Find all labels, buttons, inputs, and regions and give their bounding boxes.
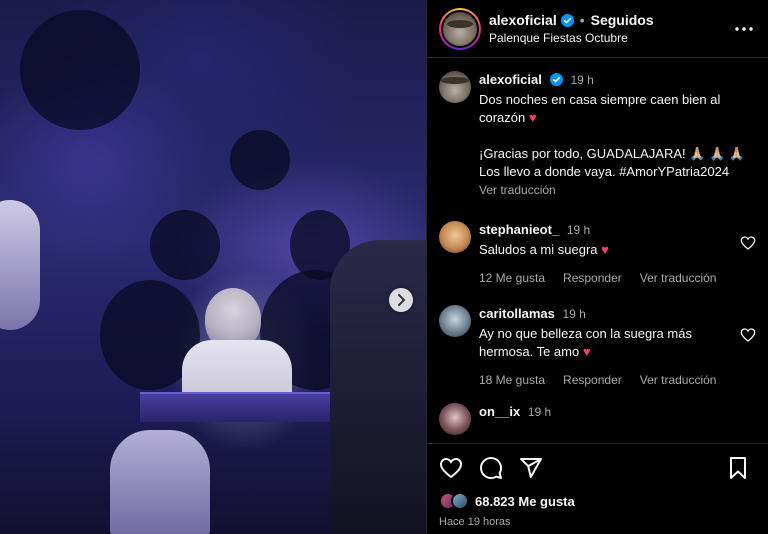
- verified-badge-icon: [560, 13, 574, 27]
- verified-badge-icon: [549, 73, 563, 86]
- comment-icon[interactable]: [479, 456, 503, 480]
- caption-line-3: Los llevo a donde vaya. #AmorYPatria2024: [479, 164, 730, 179]
- comment-username[interactable]: stephanieot_: [479, 222, 559, 237]
- heart-icon[interactable]: [740, 327, 756, 343]
- post-media[interactable]: [0, 0, 426, 534]
- more-options-icon[interactable]: [732, 17, 756, 41]
- heart-emoji: ♥: [582, 344, 591, 359]
- comment-username[interactable]: caritollamas: [479, 306, 555, 321]
- heart-icon[interactable]: [439, 456, 463, 480]
- comment-time: 19 h: [527, 405, 552, 419]
- caption-line-1: Dos noches en casa siempre caen bien al …: [479, 92, 721, 125]
- pray-emoji: 🙏🏼 🙏🏼 🙏🏼: [689, 146, 746, 161]
- see-translation-link[interactable]: Ver traducción: [479, 181, 756, 199]
- comment-item: stephanieot_ 19 h Saludos a mi suegra ♥ …: [439, 221, 756, 287]
- comment-time: 19 h: [562, 307, 586, 321]
- comment-text: Saludos a mi suegra: [479, 242, 598, 257]
- crowd-silhouette: [230, 130, 290, 190]
- heart-icon[interactable]: [740, 235, 756, 251]
- see-translation-link[interactable]: Ver traducción: [640, 269, 717, 287]
- post-caption: alexoficial 19 h Dos noches en casa siem…: [439, 59, 756, 199]
- comment-time: 19 h: [566, 223, 591, 237]
- caption-time: 19 h: [570, 73, 594, 87]
- heart-emoji: ♥: [601, 242, 609, 257]
- comment-likes[interactable]: 18 Me gusta: [479, 371, 545, 389]
- avatar[interactable]: [441, 9, 479, 48]
- avatar[interactable]: [439, 305, 471, 337]
- reply-button[interactable]: Responder: [563, 371, 622, 389]
- separator-dot: •: [579, 12, 585, 28]
- comment-username[interactable]: on__ix: [479, 404, 520, 419]
- see-translation-link[interactable]: Ver traducción: [640, 371, 717, 389]
- post-header: alexoficial • Seguidos Palenque Fiestas …: [427, 0, 768, 58]
- username-link[interactable]: alexoficial: [489, 12, 557, 28]
- post-timestamp: Hace 19 horas: [439, 516, 511, 528]
- comment-item: on__ix 19 h: [439, 403, 756, 435]
- stage-table: [140, 392, 330, 422]
- bookmark-icon[interactable]: [726, 456, 750, 480]
- caption-username[interactable]: alexoficial: [479, 72, 542, 87]
- comments-list[interactable]: alexoficial 19 h Dos noches en casa siem…: [427, 59, 768, 443]
- avatar[interactable]: [439, 221, 471, 253]
- share-icon[interactable]: [519, 456, 543, 480]
- foreground-hand: [110, 430, 210, 534]
- post-panel: alexoficial • Seguidos Palenque Fiestas …: [426, 0, 768, 534]
- crowd-silhouette: [150, 210, 220, 280]
- crowd-silhouette: [20, 10, 140, 130]
- avatar[interactable]: [439, 71, 471, 103]
- location-link[interactable]: Palenque Fiestas Octubre: [489, 31, 732, 45]
- reply-button[interactable]: Responder: [563, 269, 622, 287]
- caption-line-2: ¡Gracias por todo, GUADALAJARA!: [479, 146, 686, 161]
- post-actions: 68.823 Me gusta Hace 19 horas: [427, 443, 768, 528]
- foreground-hand: [0, 200, 40, 330]
- likes-summary[interactable]: 68.823 Me gusta: [439, 492, 756, 510]
- avatar[interactable]: [439, 403, 471, 435]
- singer-silhouette: [330, 240, 426, 534]
- follow-status-button[interactable]: Seguidos: [591, 12, 654, 28]
- likes-label: Me gusta: [518, 493, 575, 509]
- comment-likes[interactable]: 12 Me gusta: [479, 269, 545, 287]
- likes-count: 68.823: [475, 493, 515, 509]
- comment-item: caritollamas 19 h Ay no que belleza con …: [439, 305, 756, 389]
- liker-avatars: [439, 492, 469, 510]
- heart-emoji: ♥: [528, 110, 537, 125]
- story-ring[interactable]: [439, 7, 481, 50]
- next-arrow-icon[interactable]: [389, 288, 413, 312]
- header-text: alexoficial • Seguidos Palenque Fiestas …: [489, 12, 732, 45]
